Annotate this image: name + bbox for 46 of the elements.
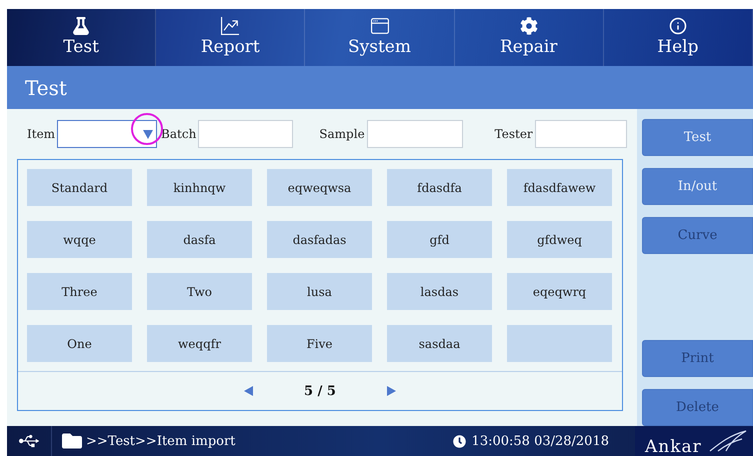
item-tile[interactable]: Two: [147, 273, 252, 310]
info-icon: [668, 17, 687, 36]
field-label: Batch: [161, 127, 196, 142]
dropdown-arrow-icon: [143, 130, 154, 139]
item-tile[interactable]: gfdweq: [507, 221, 612, 258]
field-label: Item: [27, 127, 56, 142]
breadcrumb: >>Test>>Item import: [86, 434, 236, 449]
item-tile[interactable]: dasfadas: [267, 221, 372, 258]
field-label: Sample: [319, 127, 365, 142]
flask-icon: [72, 17, 90, 36]
empty-tile[interactable]: [507, 325, 612, 362]
previous-page-icon[interactable]: [244, 386, 254, 396]
item-tile[interactable]: eqweqwsa: [267, 169, 372, 206]
field-label: Tester: [494, 127, 533, 142]
item-tile[interactable]: kinhnqw: [147, 169, 252, 206]
nav-tab[interactable]: Test: [7, 9, 156, 66]
settings-icon: [520, 17, 538, 36]
item-tile[interactable]: Standard: [27, 169, 132, 206]
dropdown-field[interactable]: [57, 120, 158, 148]
next-page-icon[interactable]: [386, 386, 396, 396]
input-field[interactable]: [366, 120, 463, 148]
item-tile[interactable]: eqeqwrq: [507, 273, 612, 310]
clock-icon: [452, 434, 466, 448]
clock-time: 13:00:58 03/28/2018: [472, 434, 609, 449]
item-tile[interactable]: Five: [267, 325, 372, 362]
chart-icon: [221, 17, 240, 36]
page-title: Test: [25, 76, 67, 100]
item-tile[interactable]: fdasdfa: [387, 169, 492, 206]
item-tile[interactable]: dasfa: [147, 221, 252, 258]
item-tile[interactable]: lusa: [267, 273, 372, 310]
item-tile[interactable]: fdasdfawew: [507, 169, 612, 206]
item-tile[interactable]: lasdas: [387, 273, 492, 310]
item-tile[interactable]: One: [27, 325, 132, 362]
item-tile[interactable]: weqqfr: [147, 325, 252, 362]
input-field[interactable]: [198, 120, 294, 148]
item-tile[interactable]: gfd: [387, 221, 492, 258]
item-tile[interactable]: sasdaa: [387, 325, 492, 362]
highlight-circle: [131, 113, 164, 146]
folder-icon: [62, 431, 82, 452]
item-tile[interactable]: wqqe: [27, 221, 132, 258]
input-field[interactable]: [534, 120, 627, 148]
item-tile[interactable]: Three: [27, 273, 132, 310]
page-indicator: 5 / 5: [304, 384, 336, 399]
logo-text: Ankar: [645, 439, 702, 456]
window-icon: [370, 17, 388, 36]
wing-icon: [708, 429, 748, 453]
